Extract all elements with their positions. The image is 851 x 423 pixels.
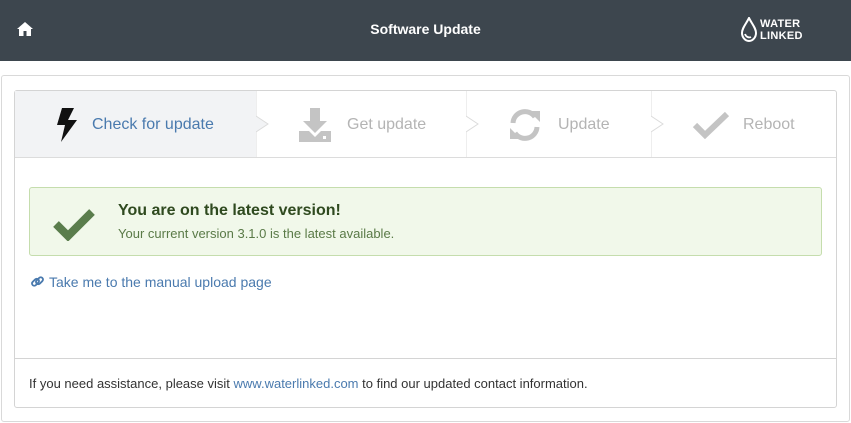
water-linked-logo: WATER LINKED	[739, 15, 819, 45]
footer-text: If you need assistance, please visit www…	[29, 376, 588, 392]
step-label: Reboot	[743, 116, 795, 133]
page-title: Software Update	[370, 21, 481, 37]
logo-line-2: LINKED	[760, 30, 803, 42]
step-get-update[interactable]: Get update	[257, 91, 467, 157]
footer-suffix: to find our updated contact information.	[358, 376, 588, 391]
website-link[interactable]: www.waterlinked.com	[234, 376, 359, 391]
manual-link-label: Take me to the manual upload page	[49, 274, 272, 290]
alert-title: You are on the latest version!	[118, 202, 341, 219]
step-update[interactable]: Update	[467, 91, 652, 157]
logo-line-1: WATER	[760, 18, 801, 30]
step-check-for-update[interactable]: Check for update	[15, 91, 256, 157]
download-icon	[299, 108, 331, 142]
update-steps: Check for update Get update Update Reboo…	[15, 91, 836, 158]
step-label: Get update	[347, 116, 427, 133]
step-label: Update	[558, 116, 610, 133]
manual-upload-link[interactable]: Take me to the manual upload page	[30, 273, 272, 291]
link-icon	[31, 276, 44, 287]
footer-prefix: If you need assistance, please visit	[29, 376, 234, 391]
footer-divider	[15, 358, 836, 359]
checkmark-icon	[692, 111, 730, 139]
step-reboot[interactable]: Reboot	[652, 91, 836, 157]
refresh-icon	[510, 109, 540, 141]
bolt-icon	[57, 108, 77, 142]
top-navbar: Software Update WATER LINKED	[0, 0, 851, 61]
alert-message: Your current version 3.1.0 is the latest…	[118, 226, 395, 241]
water-drop-icon	[740, 17, 758, 43]
success-alert: You are on the latest version! Your curr…	[29, 187, 822, 256]
step-label: Check for update	[92, 116, 214, 133]
checkmark-icon	[53, 209, 95, 241]
